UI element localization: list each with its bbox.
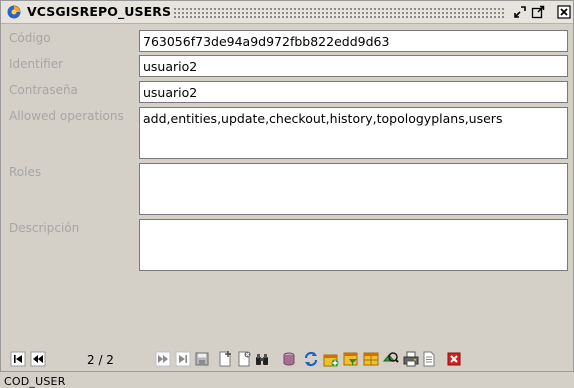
codigo-field[interactable]: 763056f73de94a9d972fbb822edd9d63 <box>139 30 568 52</box>
allowed-operations-field[interactable]: add,entities,update,checkout,history,top… <box>139 107 568 159</box>
print-icon[interactable] <box>403 351 419 367</box>
restore-icon[interactable] <box>513 5 527 19</box>
zoom-to-feature-icon[interactable] <box>383 351 399 367</box>
identifier-label: Identifier <box>9 57 64 71</box>
status-field-name: COD_USER <box>4 375 66 388</box>
first-record-icon[interactable] <box>10 351 26 367</box>
record-pager: 2 / 2 <box>87 353 114 367</box>
maximize-icon[interactable] <box>531 5 545 19</box>
titlebar-grip <box>173 7 505 18</box>
contrasena-value: usuario2 <box>143 85 198 100</box>
filter-table-icon[interactable] <box>343 351 359 367</box>
table-columns-icon[interactable] <box>363 351 379 367</box>
codigo-value: 763056f73de94a9d972fbb822edd9d63 <box>143 34 390 49</box>
contrasena-label: Contraseña <box>9 83 78 97</box>
report-icon[interactable] <box>421 351 437 367</box>
new-record-icon[interactable] <box>217 351 233 367</box>
roles-label: Roles <box>9 165 42 179</box>
descripcion-field[interactable] <box>139 219 568 271</box>
title-bar[interactable]: VCSGISREPO_USERS <box>1 1 573 24</box>
navigation-toolbar: 2 / 2 <box>1 347 574 371</box>
close-icon[interactable] <box>557 5 571 19</box>
identifier-value: usuario2 <box>143 59 198 74</box>
refresh-icon[interactable] <box>303 351 319 367</box>
allowed-operations-label: Allowed operations <box>9 109 124 123</box>
close-form-icon[interactable] <box>446 351 462 367</box>
last-record-icon[interactable] <box>175 351 191 367</box>
database-icon[interactable] <box>281 351 297 367</box>
roles-field[interactable] <box>139 163 568 215</box>
previous-record-icon[interactable] <box>30 351 46 367</box>
delete-record-icon[interactable] <box>236 351 252 367</box>
window-title: VCSGISREPO_USERS <box>27 4 172 19</box>
descripcion-label: Descripción <box>9 221 80 235</box>
add-feature-icon[interactable] <box>323 351 339 367</box>
codigo-label: Código <box>9 31 51 45</box>
identifier-field[interactable]: usuario2 <box>139 55 568 77</box>
form-window: VCSGISREPO_USERS Código 763056f73de94a9d… <box>0 0 574 372</box>
allowed-operations-value: add,entities,update,checkout,history,top… <box>143 111 503 126</box>
next-record-icon[interactable] <box>155 351 171 367</box>
gvsig-logo-icon <box>7 5 21 19</box>
contrasena-field[interactable]: usuario2 <box>139 81 568 103</box>
save-icon[interactable] <box>194 351 210 367</box>
search-binoculars-icon[interactable] <box>254 351 270 367</box>
